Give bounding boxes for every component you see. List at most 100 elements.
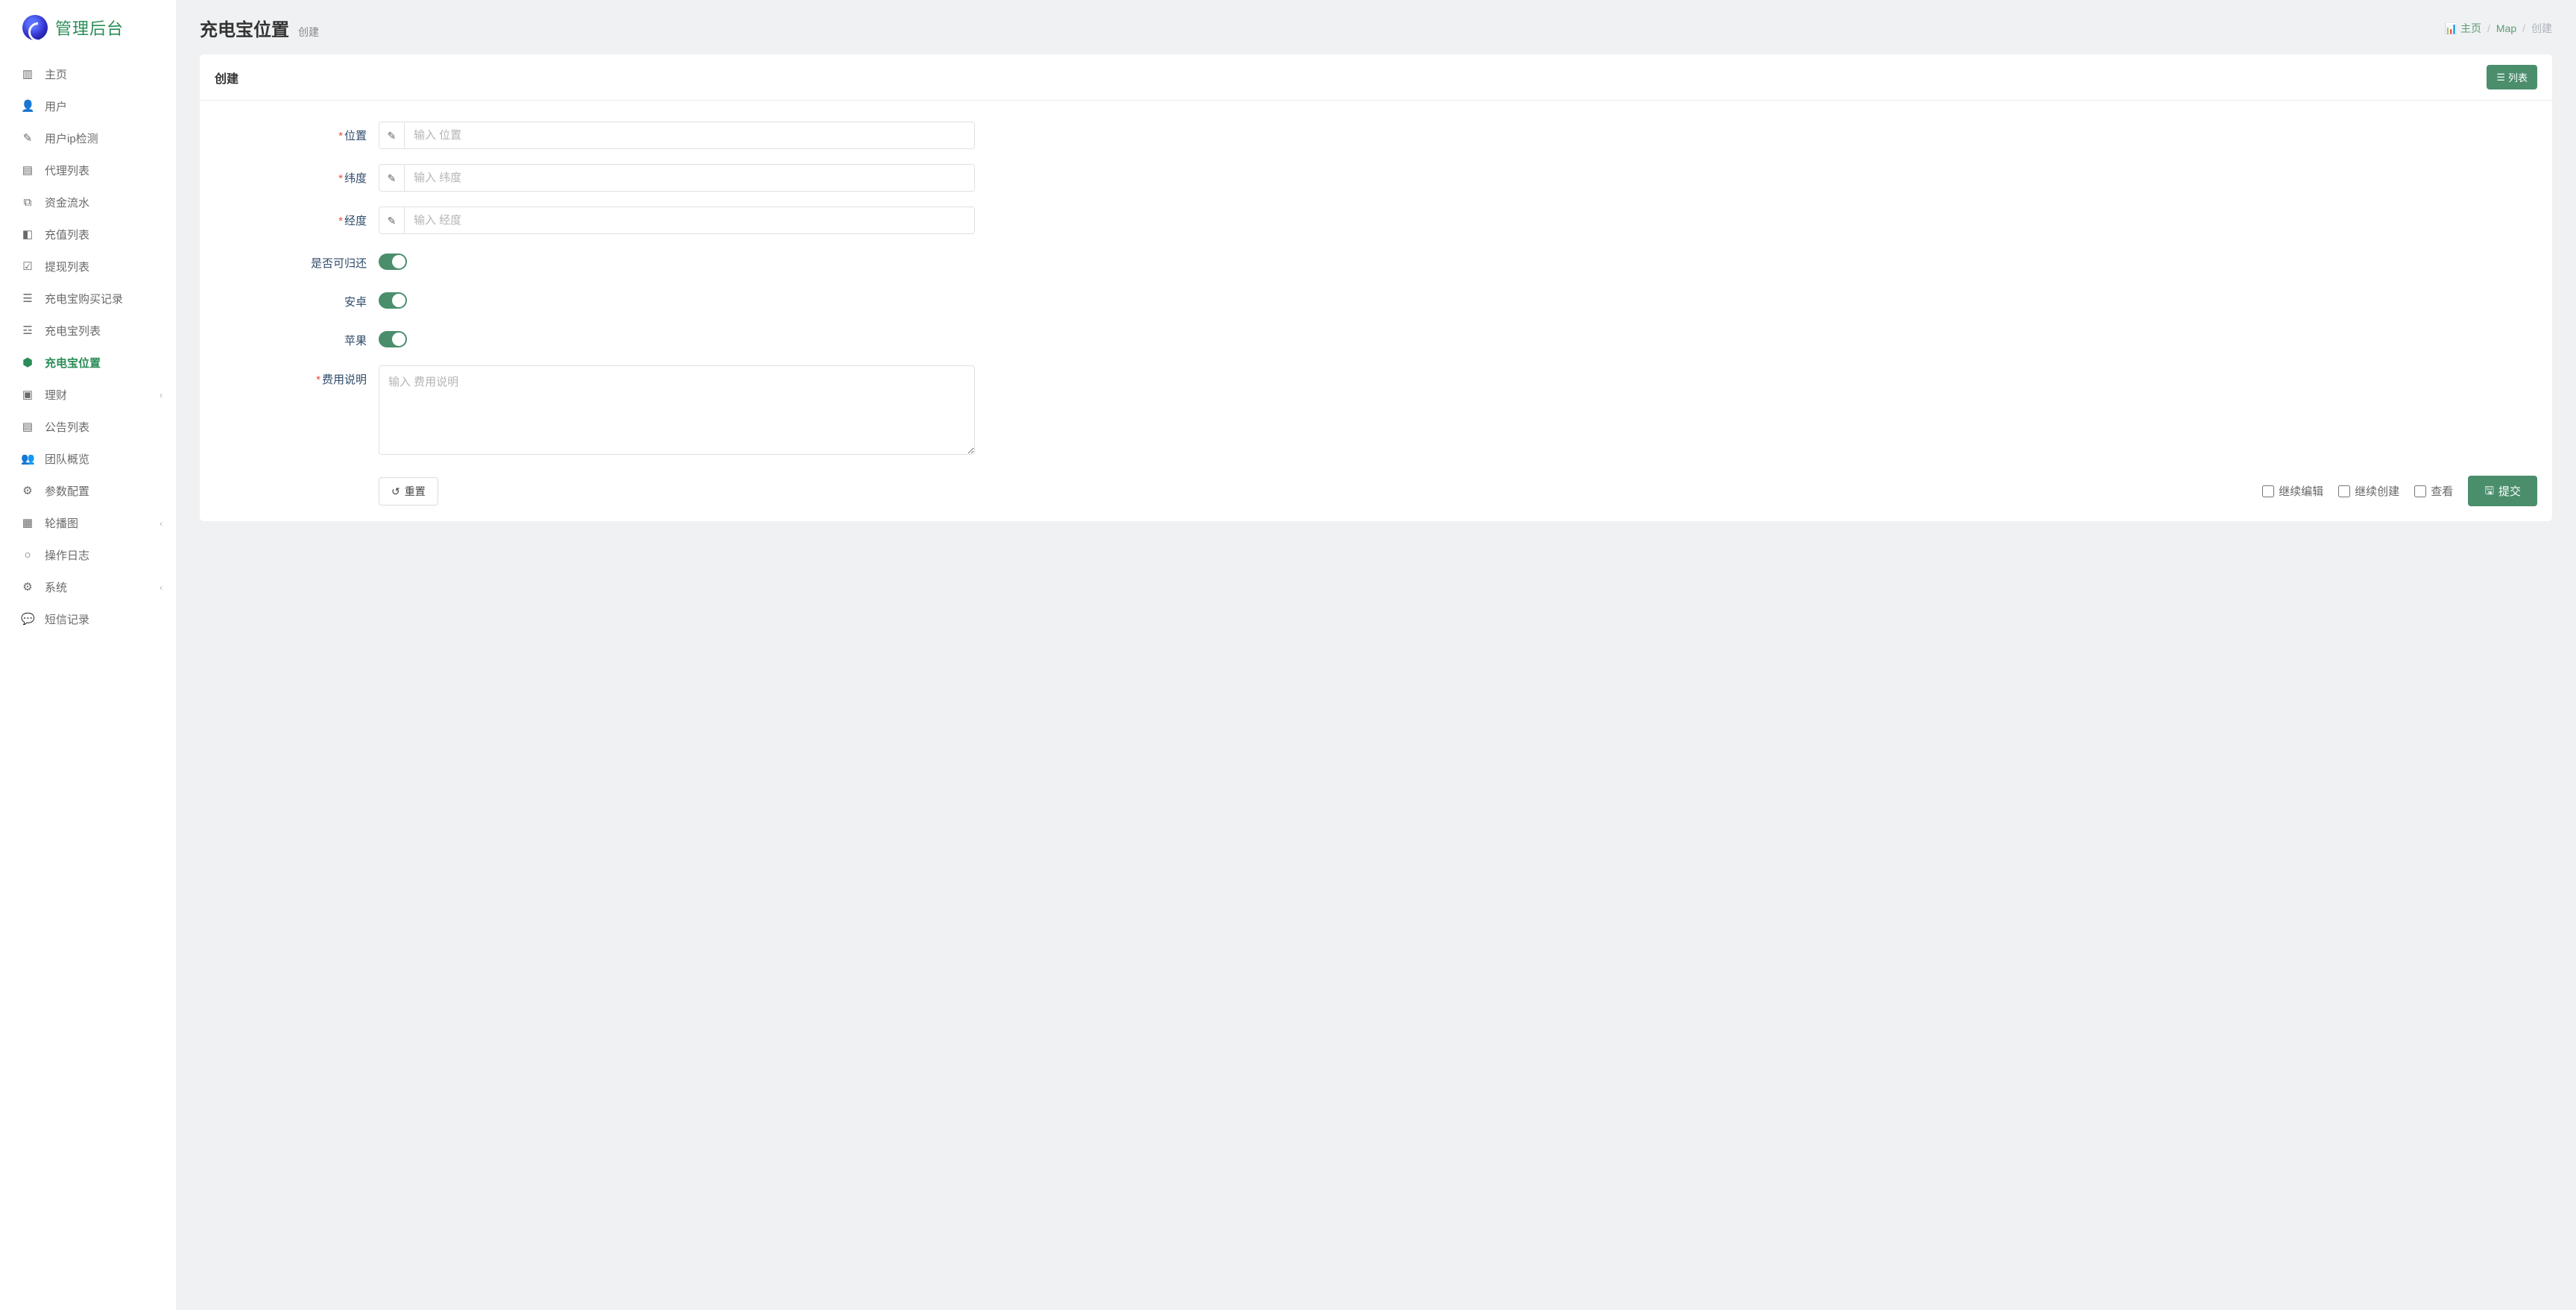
input-group-location: ✎	[379, 122, 975, 149]
sidebar-item-label: 用户	[45, 98, 67, 114]
sidebar-nav: ▥主页 👤用户 ✎用户ip检测 ▤代理列表 ⧉资金流水 ◧充值列表 ☑提现列表 …	[0, 54, 176, 640]
chart-bar-icon: ▥	[21, 69, 34, 80]
breadcrumb-map[interactable]: Map	[2496, 22, 2516, 34]
sidebar-item-funds[interactable]: ⧉ 资金流水	[0, 186, 176, 218]
page-header: 充电宝位置 创建 📊主页 / Map / 创建	[200, 15, 2552, 41]
brand-logo	[22, 15, 48, 40]
form-card: 创建 ☰列表 *位置 ✎ *纬度	[200, 54, 2552, 521]
sidebar-item-label: 代理列表	[45, 163, 89, 178]
users-icon: 👥	[21, 453, 34, 465]
main-content: 充电宝位置 创建 📊主页 / Map / 创建 创建 ☰列表 *位置	[176, 0, 2576, 1310]
sidebar-item-finance[interactable]: ▣理财‹	[0, 379, 176, 411]
sidebar-item-label: 理财	[45, 387, 67, 403]
location-input[interactable]	[405, 122, 974, 148]
page-title: 充电宝位置 创建	[200, 15, 319, 41]
label-returnable: 是否可归还	[215, 249, 379, 271]
continue-edit-label: 继续编辑	[2279, 483, 2323, 499]
submit-button-label: 提交	[2498, 483, 2521, 499]
sidebar-item-label: 主页	[45, 66, 67, 82]
card-header: 创建 ☰列表	[200, 54, 2552, 101]
android-toggle[interactable]	[379, 292, 407, 309]
returnable-toggle[interactable]	[379, 254, 407, 270]
view-checkbox[interactable]	[2414, 485, 2426, 497]
sidebar-item-team-overview[interactable]: 👥团队概览	[0, 443, 176, 475]
list-button[interactable]: ☰列表	[2487, 65, 2537, 89]
reset-button-label: 重置	[405, 484, 426, 499]
field-fee-desc: *费用说明	[215, 365, 2537, 458]
sidebar-item-label: 充电宝列表	[45, 323, 101, 338]
check-square-icon: ☑	[21, 261, 34, 272]
label-location: *位置	[215, 122, 379, 143]
sidebar-item-label: 轮播图	[45, 515, 78, 531]
breadcrumb-current: 创建	[2531, 21, 2552, 36]
fee-desc-textarea[interactable]	[379, 365, 975, 455]
pencil-icon: ✎	[379, 207, 405, 233]
view-option[interactable]: 查看	[2414, 483, 2453, 499]
continue-edit-checkbox[interactable]	[2262, 485, 2274, 497]
input-group-longitude: ✎	[379, 207, 975, 234]
label-fee-desc: *费用说明	[215, 365, 379, 387]
chevron-left-icon: ‹	[160, 519, 162, 528]
circle-icon: ○	[21, 549, 34, 561]
continue-create-option[interactable]: 继续创建	[2338, 483, 2399, 499]
sidebar-item-withdraw[interactable]: ☑提现列表	[0, 251, 176, 283]
submit-button[interactable]: 🖫提交	[2468, 476, 2537, 506]
field-returnable: 是否可归还	[215, 249, 2537, 273]
sidebar-item-recharge[interactable]: ◧ 充值列表	[0, 218, 176, 251]
breadcrumb-sep: /	[2522, 22, 2525, 34]
continue-edit-option[interactable]: 继续编辑	[2262, 483, 2323, 499]
breadcrumb: 📊主页 / Map / 创建	[2445, 21, 2552, 36]
sidebar: 管理后台 ▥ 主页 👤 用户 ✎用户ip检测 ▤ 代理列表 ⧉ 资金流水 ◧ 充值列表 ☑…	[0, 0, 176, 1310]
list-icon: ☰	[21, 293, 34, 304]
chevron-left-icon: ‹	[160, 583, 162, 592]
sidebar-item-home[interactable]: ▥ 主页	[0, 58, 176, 90]
latitude-input[interactable]	[405, 165, 974, 191]
longitude-input[interactable]	[405, 207, 974, 233]
archive-icon: ▣	[21, 389, 34, 400]
label-latitude-text: 纬度	[344, 172, 367, 185]
sidebar-item-announcements[interactable]: ▤公告列表	[0, 411, 176, 443]
chat-icon: 💬	[21, 614, 34, 625]
money-icon: ⧉	[21, 197, 34, 208]
sidebar-item-label: 充电宝购买记录	[45, 291, 123, 306]
sidebar-item-agent-list[interactable]: ▤ 代理列表	[0, 154, 176, 186]
brand-name: 管理后台	[55, 16, 124, 40]
field-location: *位置 ✎	[215, 122, 2537, 149]
reset-button[interactable]: ↺ 重置	[379, 477, 438, 506]
view-label: 查看	[2431, 483, 2453, 499]
sidebar-item-purchase-records[interactable]: ☰ 充电宝购买记录	[0, 283, 176, 315]
sidebar-item-carousel[interactable]: ▦ 轮播图 ‹	[0, 507, 176, 539]
sidebar-item-sms-records[interactable]: 💬短信记录	[0, 603, 176, 635]
sidebar-item-label: 充值列表	[45, 227, 89, 242]
undo-icon: ↺	[391, 486, 400, 497]
continue-create-checkbox[interactable]	[2338, 485, 2350, 497]
sidebar-item-label: 操作日志	[45, 547, 89, 563]
pencil-icon: ✎	[379, 165, 405, 191]
field-android: 安卓	[215, 288, 2537, 312]
sidebar-item-label: 充电宝位置	[45, 355, 101, 371]
sidebar-item-system[interactable]: ⚙系统‹	[0, 571, 176, 603]
file-icon: ▤	[21, 421, 34, 432]
breadcrumb-home[interactable]: 📊主页	[2445, 21, 2481, 36]
sidebar-item-param-config[interactable]: ⚙︎ 参数配置	[0, 475, 176, 507]
user-icon: 👤	[21, 101, 34, 112]
apple-toggle[interactable]	[379, 331, 407, 347]
gears-icon: ⚙︎	[21, 485, 34, 497]
label-apple: 苹果	[215, 327, 379, 348]
sidebar-item-label: 资金流水	[45, 195, 89, 210]
image-icon: ▦	[21, 517, 34, 529]
continue-create-label: 继续创建	[2355, 483, 2399, 499]
label-longitude-text: 经度	[344, 215, 367, 227]
clipboard-icon: ▤	[21, 165, 34, 176]
sidebar-item-user-ip[interactable]: ✎用户ip检测	[0, 122, 176, 154]
card-title: 创建	[215, 69, 239, 86]
field-latitude: *纬度 ✎	[215, 164, 2537, 192]
sidebar-item-users[interactable]: 👤 用户	[0, 90, 176, 122]
form-footer: ↺ 重置 继续编辑 继续创建 查看 🖫提交	[215, 476, 2537, 506]
sidebar-item-powerbank-list[interactable]: ☲充电宝列表	[0, 315, 176, 347]
label-longitude: *经度	[215, 207, 379, 228]
sidebar-item-action-log[interactable]: ○ 操作日志	[0, 539, 176, 571]
sidebar-item-label: 参数配置	[45, 483, 89, 499]
square-a-icon: ◧	[21, 229, 34, 240]
sidebar-item-powerbank-location[interactable]: ⬢充电宝位置	[0, 347, 176, 379]
